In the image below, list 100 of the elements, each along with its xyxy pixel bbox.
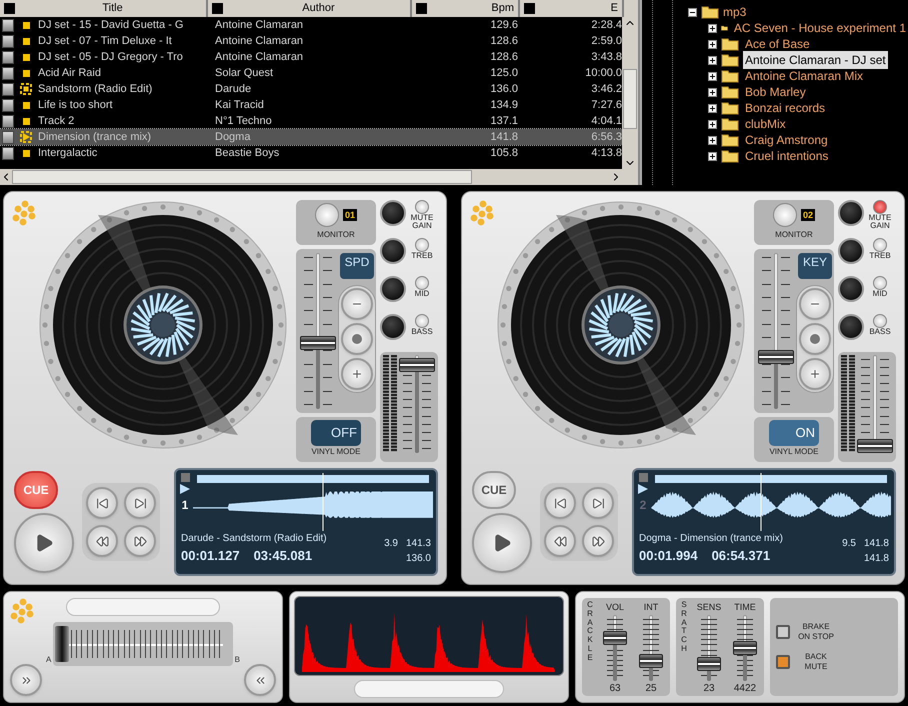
eq-knob[interactable] <box>838 314 864 340</box>
slider-thumb[interactable] <box>639 654 663 668</box>
eq-knob[interactable] <box>380 200 406 226</box>
expand-icon[interactable] <box>708 88 717 96</box>
track-row[interactable]: DJ set - 07 - Tim Deluxe - It Antoine Clamaran 128.6 2:59.0 <box>0 33 622 49</box>
pitch-slider[interactable] <box>758 252 794 409</box>
monitor-button[interactable] <box>314 203 339 227</box>
row-checkbox[interactable] <box>2 50 14 64</box>
expand-icon[interactable] <box>708 120 717 128</box>
track-row[interactable]: Life is too short Kai Tracid 134.9 7:27.6 <box>0 97 622 113</box>
eq-knob[interactable] <box>838 276 864 302</box>
folder-label[interactable]: Bonzai records <box>743 99 828 117</box>
column-header[interactable]: Bpm <box>412 0 520 17</box>
previous-button[interactable] <box>86 487 118 519</box>
effect-slider[interactable] <box>697 614 721 680</box>
turntable-drawing[interactable] <box>496 200 746 450</box>
effect-slider[interactable] <box>639 614 663 680</box>
next-button[interactable] <box>582 487 614 519</box>
eq-knob[interactable] <box>380 314 406 340</box>
eq-knob[interactable] <box>838 200 864 226</box>
folder-label[interactable]: clubMix <box>743 115 788 133</box>
track-row[interactable]: Sandstorm (Radio Edit) Darude 136.0 3:46.2 <box>0 81 622 97</box>
led-button[interactable] <box>873 276 887 290</box>
slider-thumb[interactable] <box>857 439 893 454</box>
folder-label[interactable]: Antoine Clamaran Mix <box>743 67 866 85</box>
fast-forward-button[interactable] <box>124 525 156 557</box>
led-button[interactable] <box>873 314 887 328</box>
folder-label[interactable]: AC Seven - House experiment 1 <box>732 19 908 37</box>
slider-thumb[interactable] <box>300 336 336 350</box>
collapse-icon[interactable] <box>688 8 697 16</box>
pitch-mode-button[interactable]: SPD <box>340 252 374 279</box>
led-button[interactable] <box>873 200 887 214</box>
pitch-up-button[interactable] <box>341 358 373 390</box>
pitch-up-button[interactable] <box>799 358 831 390</box>
track-row[interactable]: DJ set - 15 - David Guetta - G Antoine Clamaran 129.6 2:28.4 <box>0 17 622 33</box>
pitch-mode-button[interactable]: KEY <box>798 252 832 279</box>
waveform-drawing[interactable] <box>651 473 891 531</box>
row-checkbox[interactable] <box>2 98 14 112</box>
row-checkbox[interactable] <box>2 130 14 144</box>
folder-label[interactable]: Craig Amstrong <box>743 131 830 149</box>
column-header[interactable]: Author <box>208 0 412 17</box>
slider-thumb[interactable] <box>758 350 794 364</box>
row-checkbox[interactable] <box>2 34 14 48</box>
rewind-button[interactable] <box>86 525 118 557</box>
slider-thumb[interactable] <box>603 630 627 645</box>
folder-label[interactable]: mp3 <box>723 3 746 21</box>
expand-icon[interactable] <box>708 40 717 48</box>
track-row[interactable]: Dimension (trance mix) Dogma 141.8 6:56.3 <box>0 129 622 145</box>
eq-knob[interactable] <box>380 276 406 302</box>
folder-label[interactable]: Bob Marley <box>743 83 808 101</box>
expand-icon[interactable] <box>708 104 717 112</box>
folder-label[interactable]: Ace of Base <box>743 35 812 53</box>
pitch-reset-button[interactable] <box>799 322 831 355</box>
waveform-drawing[interactable] <box>193 473 433 531</box>
led-button[interactable] <box>415 276 429 290</box>
row-checkbox[interactable] <box>2 146 14 160</box>
row-checkbox[interactable] <box>2 66 14 80</box>
eq-knob[interactable] <box>838 238 864 264</box>
led-button[interactable] <box>873 238 887 252</box>
row-checkbox[interactable] <box>2 82 14 96</box>
slider-thumb[interactable] <box>399 358 435 372</box>
horizontal-scrollbar[interactable] <box>0 169 638 185</box>
rewind-button[interactable] <box>544 525 576 557</box>
led-button[interactable] <box>415 314 429 328</box>
play-button[interactable] <box>472 513 532 573</box>
crossfader-thumb[interactable] <box>55 626 70 662</box>
next-button[interactable] <box>124 487 156 519</box>
effect-slider[interactable] <box>603 614 627 680</box>
row-checkbox[interactable] <box>2 18 14 32</box>
row-checkbox[interactable] <box>2 114 14 128</box>
fast-forward-button[interactable] <box>582 525 614 557</box>
track-row[interactable]: DJ set - 05 - DJ Gregory - Tro Antoine Clamaran 128.6 3:43.8 <box>0 49 622 65</box>
cue-button[interactable]: CUE <box>472 471 516 509</box>
previous-button[interactable] <box>544 487 576 519</box>
expand-icon[interactable] <box>708 56 717 64</box>
vinyl-mode-button[interactable]: ON <box>769 420 819 446</box>
column-header[interactable]: Title <box>0 0 208 17</box>
led-button[interactable] <box>415 200 429 214</box>
expand-icon[interactable] <box>708 152 717 160</box>
effect-slider[interactable] <box>733 614 757 680</box>
slider-thumb[interactable] <box>697 657 721 671</box>
volume-fader[interactable] <box>399 355 435 453</box>
folder-label[interactable]: Cruel intentions <box>743 147 830 165</box>
toggle-button[interactable] <box>776 625 790 639</box>
crossfader-track[interactable] <box>53 622 233 666</box>
volume-fader[interactable] <box>857 355 893 453</box>
expand-icon[interactable] <box>708 24 717 32</box>
expand-icon[interactable] <box>708 136 717 144</box>
slider-thumb[interactable] <box>733 640 757 654</box>
track-row[interactable]: Track 2 N°1 Techno 137.1 4:04.1 <box>0 113 622 129</box>
pitch-slider[interactable] <box>300 252 336 409</box>
expand-icon[interactable] <box>708 72 717 80</box>
track-row[interactable]: Acid Air Raid Solar Quest 125.0 10:00.0 <box>0 65 622 81</box>
track-row[interactable]: Intergalactic Beastie Boys 105.8 4:13.8 <box>0 145 622 161</box>
toggle-button[interactable] <box>776 655 790 669</box>
turntable-drawing[interactable] <box>38 200 288 450</box>
folder-label[interactable]: Antoine Clamaran - DJ set <box>743 51 888 69</box>
vinyl-mode-button[interactable]: OFF <box>311 420 361 446</box>
eq-knob[interactable] <box>380 238 406 264</box>
pitch-reset-button[interactable] <box>341 322 373 355</box>
